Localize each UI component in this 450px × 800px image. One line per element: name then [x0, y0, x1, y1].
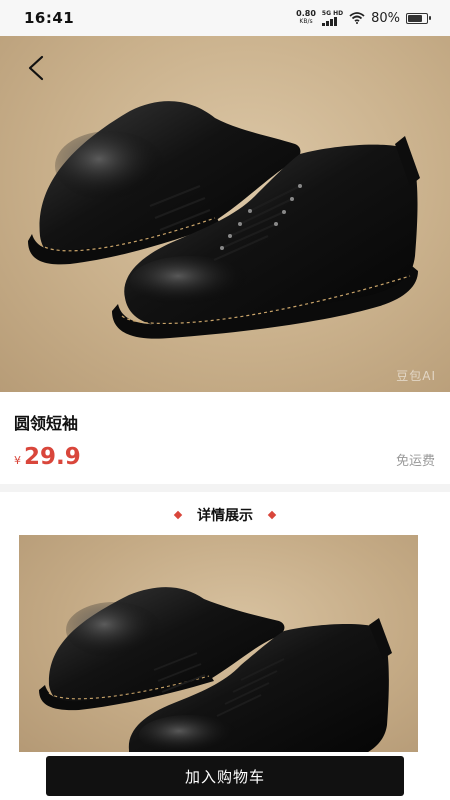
battery-icon: [406, 12, 431, 24]
network-speed: 0.80 KB/s: [296, 10, 316, 26]
shipping-label: 免运费: [395, 454, 435, 469]
add-to-cart-button[interactable]: 加入购物车: [46, 756, 404, 796]
back-button[interactable]: [18, 50, 54, 86]
details-title: 详情展示: [197, 508, 253, 524]
wifi-icon: [349, 12, 365, 24]
section-divider: [0, 484, 450, 492]
network-speed-unit: KB/s: [299, 18, 313, 25]
status-icons: 0.80 KB/s 5G HD 80%: [296, 10, 431, 26]
currency-symbol: ¥: [14, 454, 21, 467]
diamond-icon: [267, 510, 277, 520]
network-tag: 5G HD: [321, 10, 344, 17]
cellular-signal-icon: 5G HD: [321, 10, 344, 26]
product-info: 圆领短袖 ¥ 29.9 免运费: [0, 392, 450, 484]
ai-watermark: 豆包AI: [396, 369, 436, 383]
battery-fill: [408, 14, 423, 22]
product-title: 圆领短袖: [14, 414, 79, 433]
boots-illustration: [28, 101, 420, 339]
diamond-icon: [173, 510, 183, 520]
bottom-action-bar: 加入购物车: [0, 752, 450, 800]
detail-image: [19, 535, 418, 760]
product-price: 29.9: [24, 444, 81, 470]
details-header: 详情展示: [0, 500, 450, 530]
price-row: ¥ 29.9: [14, 444, 81, 470]
product-hero-image: 豆包AI: [0, 36, 450, 392]
boots-detail-illustration: [39, 587, 392, 760]
battery-percent: 80%: [371, 10, 400, 26]
status-bar: 16:41 0.80 KB/s 5G HD 80%: [0, 0, 450, 36]
chevron-left-icon: [28, 55, 44, 81]
network-speed-value: 0.80: [296, 9, 316, 18]
status-time: 16:41: [24, 9, 75, 27]
